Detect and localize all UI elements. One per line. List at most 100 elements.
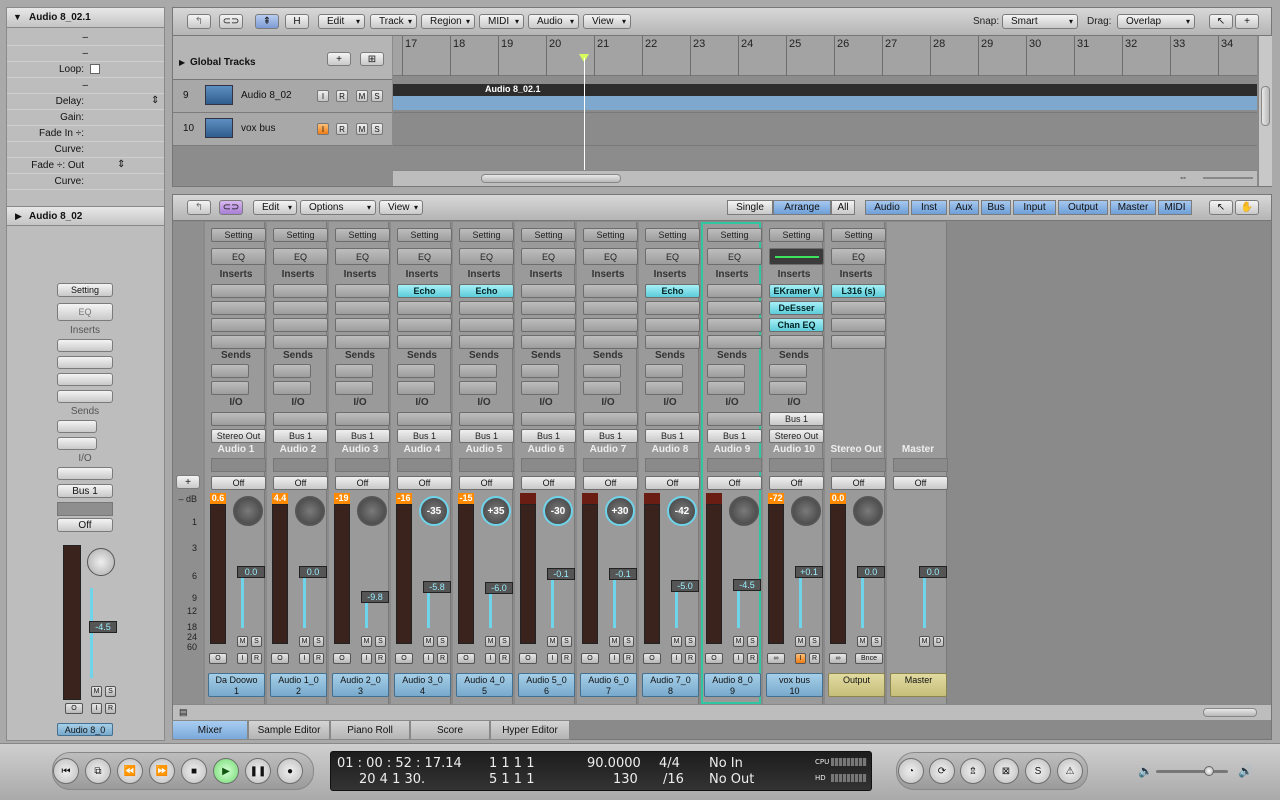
record-enable-button[interactable]: O [271, 653, 289, 664]
channel-name-label[interactable]: Audio 5_0 6 [518, 673, 575, 697]
track-input-monitor-button[interactable]: I [317, 123, 329, 135]
setting-button[interactable]: Setting [707, 228, 762, 242]
setting-button[interactable]: Setting [57, 283, 113, 297]
pan-knob[interactable]: -30 [543, 496, 573, 526]
insert-slot[interactable] [583, 284, 638, 298]
insert-slot[interactable] [521, 301, 576, 315]
pan-knob[interactable] [233, 496, 263, 526]
send-slot[interactable] [273, 364, 311, 378]
pan-knob[interactable] [729, 496, 759, 526]
menu-audio[interactable]: Audio [528, 14, 579, 29]
output-slot[interactable]: Bus 1 [645, 429, 700, 443]
solo-button[interactable]: S [105, 686, 116, 697]
input-monitor-button[interactable]: I [299, 653, 310, 664]
group-slot[interactable] [831, 458, 886, 472]
output-slot[interactable]: Bus 1 [273, 429, 328, 443]
send-slot[interactable] [57, 437, 97, 450]
track-mute-button[interactable]: M [356, 90, 368, 102]
send-slot[interactable] [707, 364, 745, 378]
insert-slot[interactable] [57, 373, 113, 386]
input-monitor-button[interactable]: I [361, 653, 372, 664]
record-enable-button[interactable]: O [581, 653, 599, 664]
channel-strip[interactable]: Master Off 0.0 M D Master [887, 222, 948, 704]
solo-button[interactable]: S [375, 636, 386, 647]
mute-button[interactable]: M [361, 636, 372, 647]
send-slot[interactable] [521, 364, 559, 378]
record-button[interactable]: R [105, 703, 116, 714]
vertical-scrollbar[interactable] [1258, 36, 1272, 186]
mixer-menu-edit[interactable]: Edit [253, 200, 297, 215]
insert-slot[interactable]: DeEsser [769, 301, 824, 315]
channel-name-label[interactable]: Master [890, 673, 947, 697]
pan-knob[interactable]: -42 [667, 496, 697, 526]
track-header[interactable]: 10 vox bus I R M S [173, 113, 392, 146]
tab-hyper-editor[interactable]: Hyper Editor [490, 720, 570, 740]
send-slot[interactable] [273, 381, 311, 395]
record-button[interactable]: R [623, 653, 634, 664]
add-channel-icon[interactable]: + [176, 475, 200, 489]
send-slot[interactable] [645, 364, 683, 378]
send-slot[interactable] [211, 364, 249, 378]
record-enable-button[interactable]: O [333, 653, 351, 664]
global-tracks-header[interactable]: ▶ Global Tracks + ⊞ [173, 36, 392, 80]
view-mode-all[interactable]: All [831, 200, 855, 215]
menu-track[interactable]: Track [370, 14, 417, 29]
eq-button[interactable]: EQ [335, 248, 390, 265]
region-param-row[interactable]: Fade ÷: Out ⇕ [7, 158, 164, 174]
record-enable-button[interactable]: O [457, 653, 475, 664]
setting-button[interactable]: Setting [273, 228, 328, 242]
filter-output[interactable]: Output [1058, 200, 1108, 215]
filter-bus[interactable]: Bus [981, 200, 1011, 215]
solo-button[interactable]: S [251, 636, 262, 647]
record-enable-button[interactable]: O [209, 653, 227, 664]
pencil-tool-icon[interactable]: + [1235, 14, 1259, 29]
solo-button[interactable]: S [809, 636, 820, 647]
channel-name-label[interactable]: Audio 3_0 4 [394, 673, 451, 697]
insert-slot[interactable] [57, 390, 113, 403]
record-enable-button[interactable]: O [395, 653, 413, 664]
track-lane[interactable] [393, 113, 1257, 146]
setting-button[interactable]: Setting [335, 228, 390, 242]
input-slot[interactable] [583, 412, 638, 426]
channel-strip[interactable]: Setting EQ Inserts Sends I/O Bus 1 Audio 9 Off -… [701, 222, 762, 704]
eq-display[interactable] [769, 248, 824, 265]
loop-checkbox[interactable] [90, 64, 100, 74]
back-icon[interactable]: ↰ [187, 200, 211, 215]
track-solo-button[interactable]: S [371, 123, 383, 135]
replace-icon[interactable]: ⊠ [993, 758, 1019, 784]
eq-button[interactable]: EQ [397, 248, 452, 265]
mute-button[interactable]: M [237, 636, 248, 647]
input-monitor-button[interactable]: I [547, 653, 558, 664]
group-slot[interactable] [893, 458, 948, 472]
insert-slot[interactable] [57, 339, 113, 352]
input-slot[interactable] [645, 412, 700, 426]
input-slot[interactable] [273, 412, 328, 426]
solo-button[interactable]: S [499, 636, 510, 647]
region-param-row[interactable]: – [7, 46, 164, 62]
rewind-icon[interactable]: ⏪ [117, 758, 143, 784]
insert-slot[interactable]: Echo [459, 284, 514, 298]
channel-strip[interactable]: Setting EQ Inserts Echo Sends I/O Bus 1 Audio 5… [453, 222, 514, 704]
automation-mode-button[interactable]: Off [893, 476, 948, 490]
channel-name-label[interactable]: vox bus 10 [766, 673, 823, 697]
mute-button[interactable]: M [91, 686, 102, 697]
track-name[interactable]: Audio 8_02 [241, 90, 292, 101]
view-toggle-icon[interactable]: ▤ [179, 707, 188, 718]
mute-button[interactable]: M [485, 636, 496, 647]
insert-slot[interactable]: L316 (s) [831, 284, 886, 298]
pan-knob[interactable] [791, 496, 821, 526]
mute-button[interactable]: M [547, 636, 558, 647]
input-slot[interactable] [335, 412, 390, 426]
disclosure-triangle-icon[interactable]: ▶ [179, 58, 185, 67]
solo-button[interactable]: S [313, 636, 324, 647]
insert-slot[interactable] [645, 335, 700, 349]
insert-slot[interactable] [335, 318, 390, 332]
master-volume-slider[interactable] [1156, 766, 1228, 776]
track-parameters-header[interactable]: ▶ Audio 8_02 [7, 206, 164, 226]
eq-button[interactable]: EQ [211, 248, 266, 265]
mute-button[interactable]: M [299, 636, 310, 647]
group-slot[interactable] [397, 458, 452, 472]
record-enable-button[interactable]: O [643, 653, 661, 664]
pointer-tool-icon[interactable]: ↖ [1209, 14, 1233, 29]
mixer-menu-view[interactable]: View [379, 200, 423, 215]
